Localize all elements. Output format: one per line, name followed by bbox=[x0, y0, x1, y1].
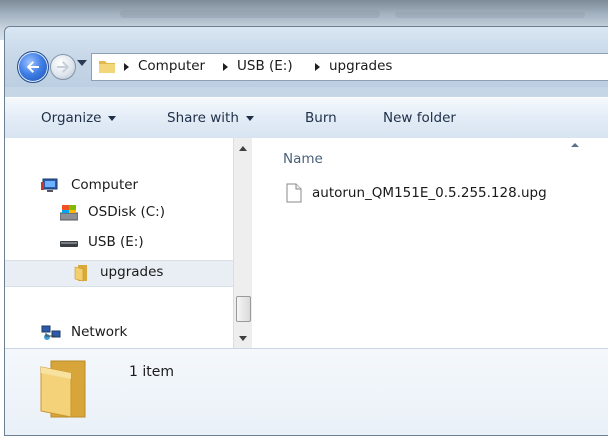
organize-button[interactable]: Organize bbox=[41, 110, 117, 126]
command-toolbar: Organize Share with Burn New folder bbox=[5, 97, 608, 139]
nav-item-label: upgrades bbox=[100, 264, 164, 280]
scroll-down-arrow-icon[interactable] bbox=[239, 336, 247, 341]
nav-item-label: Computer bbox=[71, 177, 139, 193]
address-bar[interactable]: Computer USB (E:) upgrades bbox=[91, 53, 608, 81]
breadcrumb-separator-icon[interactable] bbox=[315, 63, 320, 71]
computer-icon bbox=[41, 178, 58, 192]
nav-item-label: OSDisk (C:) bbox=[88, 204, 165, 220]
navigation-pane: Computer OSDisk (C:) USB (E:) upgrades N… bbox=[5, 138, 233, 348]
blurred-title-text bbox=[395, 12, 585, 18]
folder-icon bbox=[74, 265, 87, 282]
file-list-pane: Name autorun_QM151E_0.5.255.128.upg bbox=[252, 138, 608, 348]
navigation-scrollbar[interactable] bbox=[233, 138, 252, 348]
hard-disk-icon bbox=[60, 205, 78, 221]
chevron-down-icon bbox=[245, 115, 254, 121]
organize-label: Organize bbox=[41, 110, 102, 126]
forward-arrow-icon bbox=[57, 61, 70, 73]
nav-item-upgrades[interactable]: upgrades bbox=[5, 260, 233, 287]
nav-item-computer[interactable]: Computer bbox=[5, 174, 233, 198]
navigation-bar: Computer USB (E:) upgrades bbox=[5, 27, 608, 87]
folder-icon bbox=[99, 61, 115, 73]
breadcrumb-computer[interactable]: Computer bbox=[138, 58, 205, 74]
breadcrumb-separator-icon[interactable] bbox=[124, 63, 129, 71]
sort-ascending-icon bbox=[571, 143, 579, 147]
breadcrumb-separator-icon[interactable] bbox=[223, 63, 228, 71]
folder-icon bbox=[40, 360, 86, 418]
column-header-name[interactable]: Name bbox=[283, 151, 323, 167]
new-folder-button[interactable]: New folder bbox=[383, 110, 456, 126]
breadcrumb-usb[interactable]: USB (E:) bbox=[237, 58, 293, 74]
back-arrow-icon bbox=[26, 61, 39, 73]
burn-button[interactable]: Burn bbox=[305, 110, 337, 126]
recent-pages-dropdown[interactable] bbox=[77, 60, 87, 66]
scrollbar-thumb[interactable] bbox=[236, 296, 251, 322]
nav-item-usb[interactable]: USB (E:) bbox=[5, 231, 233, 255]
item-count: 1 item bbox=[129, 364, 174, 380]
forward-button[interactable] bbox=[50, 54, 76, 80]
back-button[interactable] bbox=[17, 51, 49, 83]
nav-item-osdisk[interactable]: OSDisk (C:) bbox=[5, 201, 233, 225]
nav-item-network[interactable]: Network bbox=[5, 321, 233, 345]
file-name: autorun_QM151E_0.5.255.128.upg bbox=[312, 185, 547, 201]
chevron-down-icon bbox=[108, 115, 117, 121]
explorer-window: Computer USB (E:) upgrades Organize Shar… bbox=[4, 26, 608, 436]
file-icon bbox=[286, 183, 302, 203]
share-with-label: Share with bbox=[167, 110, 239, 126]
details-pane: 1 item bbox=[5, 348, 608, 435]
share-with-button[interactable]: Share with bbox=[167, 110, 254, 126]
usb-drive-icon bbox=[60, 241, 78, 247]
scroll-up-arrow-icon[interactable] bbox=[239, 146, 247, 151]
file-list-item[interactable]: autorun_QM151E_0.5.255.128.upg bbox=[286, 182, 586, 204]
network-icon bbox=[41, 325, 61, 340]
blurred-title-text bbox=[120, 10, 380, 18]
nav-item-label: Network bbox=[71, 324, 128, 340]
nav-item-label: USB (E:) bbox=[88, 234, 144, 250]
breadcrumb-upgrades[interactable]: upgrades bbox=[329, 58, 392, 74]
